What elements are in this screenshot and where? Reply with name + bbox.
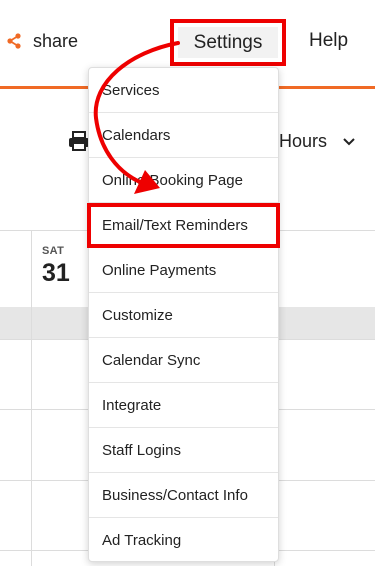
menu-item-services[interactable]: Services: [89, 68, 278, 113]
menu-item-ad-tracking[interactable]: Ad Tracking: [89, 518, 278, 563]
hours-dropdown[interactable]: Hours: [279, 131, 355, 152]
chevron-down-icon: [343, 137, 355, 145]
day-name: SAT: [42, 245, 65, 257]
menu-item-calendars[interactable]: Calendars: [89, 113, 278, 158]
menu-item-integrate[interactable]: Integrate: [89, 383, 278, 428]
printer-icon[interactable]: [68, 131, 90, 151]
menu-item-online-booking-page[interactable]: Online Booking Page: [89, 158, 278, 203]
menu-item-staff-logins[interactable]: Staff Logins: [89, 428, 278, 473]
settings-dropdown-menu: Services Calendars Online Booking Page E…: [87, 67, 280, 563]
share-icon: [7, 33, 21, 49]
menu-item-business-contact-info[interactable]: Business/Contact Info: [89, 473, 278, 518]
hours-label: Hours: [279, 131, 328, 151]
menu-item-calendar-sync[interactable]: Calendar Sync: [89, 338, 278, 383]
menu-item-email-text-reminders[interactable]: Email/Text Reminders: [87, 203, 280, 248]
settings-label: Settings: [193, 31, 263, 53]
menu-item-online-payments[interactable]: Online Payments: [89, 248, 278, 293]
share-link[interactable]: share: [6, 29, 78, 53]
settings-nav-item[interactable]: Settings: [170, 19, 286, 66]
grid-column-divider: [31, 230, 32, 566]
menu-item-customize[interactable]: Customize: [89, 293, 278, 338]
day-number: 31: [42, 259, 70, 287]
day-header-sat[interactable]: SAT 31: [42, 245, 70, 288]
share-label: share: [33, 30, 79, 51]
help-nav-item[interactable]: Help: [309, 30, 348, 52]
